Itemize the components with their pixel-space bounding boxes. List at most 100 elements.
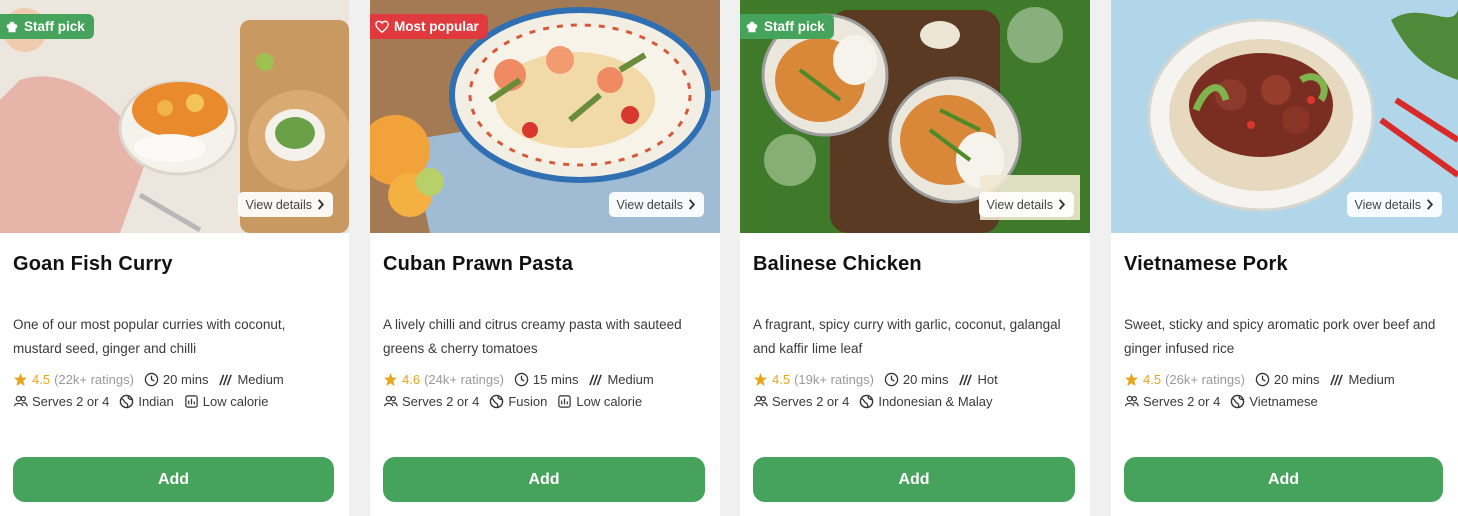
spice-level-value: Medium (1348, 372, 1395, 387)
servings-value: Serves 2 or 4 (772, 394, 850, 409)
rating-value: 4.5 (32, 372, 51, 387)
recipe-meta-row-2: Serves 2 or 4 Indian Low calorie (13, 394, 345, 409)
star-icon (1124, 372, 1139, 387)
nutrition-icon (558, 395, 572, 408)
servings: Serves 2 or 4 (13, 394, 109, 409)
most-popular-badge: Most popular (370, 14, 488, 39)
recipe-meta-row-1: 4.5 (22k+ ratings) 20 mins Medium (13, 372, 345, 387)
cook-time-value: 20 mins (902, 372, 949, 387)
servings: Serves 2 or 4 (1124, 394, 1220, 409)
servings: Serves 2 or 4 (383, 394, 479, 409)
people-icon (383, 395, 398, 407)
badge-label: Staff pick (24, 19, 85, 34)
cuisine-value: Indonesian & Malay (878, 394, 993, 409)
chevron-right-icon (689, 199, 696, 210)
cuisine: Indonesian & Malay (859, 394, 993, 409)
view-details-label: View details (1354, 197, 1421, 212)
clock-icon (1255, 372, 1270, 387)
badge-label: Staff pick (764, 19, 825, 34)
rating-value: 4.5 (1143, 372, 1162, 387)
people-icon (1124, 395, 1139, 407)
servings-value: Serves 2 or 4 (402, 394, 480, 409)
diet-tag: Low calorie (184, 394, 269, 409)
recipe-title: Goan Fish Curry (13, 253, 173, 275)
spice-level-value: Hot (977, 372, 998, 387)
servings-value: Serves 2 or 4 (32, 394, 110, 409)
chilli-icon (589, 374, 603, 386)
add-recipe-button[interactable]: Add (383, 457, 705, 502)
chilli-icon (1330, 374, 1344, 386)
heart-icon (375, 20, 389, 33)
star-icon (383, 372, 398, 387)
add-recipe-button[interactable]: Add (13, 457, 334, 502)
add-recipe-button[interactable]: Add (1124, 457, 1443, 502)
cook-time-value: 15 mins (532, 372, 579, 387)
globe-icon (490, 394, 504, 409)
chilli-icon (959, 374, 973, 386)
add-recipe-button[interactable]: Add (753, 457, 1075, 502)
rating-count: (22k+ ratings) (54, 372, 134, 387)
recipe-card: View details Vietnamese Pork Sweet, stic… (1111, 0, 1458, 516)
cuisine: Indian (119, 394, 174, 409)
recipe-meta-row-1: 4.6 (24k+ ratings) 15 mins Medium (383, 372, 716, 387)
rating: 4.5 (19k+ ratings) (753, 372, 874, 387)
rating-count: (19k+ ratings) (794, 372, 874, 387)
chef-hat-icon (6, 21, 18, 32)
spice-level: Medium (588, 372, 654, 387)
recipe-meta-row-2: Serves 2 or 4 Fusion Low calorie (383, 394, 716, 409)
recipe-title: Cuban Prawn Pasta (383, 253, 574, 275)
recipe-meta-row-1: 4.5 (26k+ ratings) 20 mins Medium (1124, 372, 1454, 387)
globe-icon (1231, 394, 1245, 409)
rating: 4.5 (26k+ ratings) (1124, 372, 1245, 387)
star-icon (13, 372, 28, 387)
rating-value: 4.5 (772, 372, 791, 387)
nutrition-icon (185, 395, 198, 408)
cuisine-value: Vietnamese (1249, 394, 1318, 409)
recipe-description: A lively chilli and citrus creamy pasta … (383, 317, 682, 356)
cook-time: 20 mins (884, 372, 949, 387)
spice-level: Medium (1329, 372, 1395, 387)
chevron-right-icon (318, 199, 325, 210)
recipe-meta-row-1: 4.5 (19k+ ratings) 20 mins Hot (753, 372, 1086, 387)
globe-icon (860, 394, 874, 409)
spice-level-value: Medium (607, 372, 654, 387)
recipe-description: One of our most popular curries with coc… (13, 317, 286, 356)
recipe-meta-row-2: Serves 2 or 4 Vietnamese (1124, 394, 1454, 409)
rating: 4.6 (24k+ ratings) (383, 372, 504, 387)
diet-tag-value: Low calorie (576, 394, 643, 409)
cuisine-value: Fusion (508, 394, 548, 409)
diet-tag: Low calorie (557, 394, 642, 409)
spice-level-value: Medium (237, 372, 284, 387)
recipe-card: Staff pick View details Balinese Chicken… (740, 0, 1090, 516)
view-details-label: View details (986, 197, 1053, 212)
staff-pick-badge: Staff pick (0, 14, 94, 39)
rating: 4.5 (22k+ ratings) (13, 372, 134, 387)
view-details-button[interactable]: View details (978, 192, 1074, 217)
cuisine-value: Indian (138, 394, 174, 409)
recipe-card: Most popular View details Cuban Prawn Pa… (370, 0, 720, 516)
spice-level: Medium (218, 372, 284, 387)
spice-level: Hot (958, 372, 998, 387)
view-details-button[interactable]: View details (1346, 192, 1442, 217)
view-details-button[interactable]: View details (237, 192, 333, 217)
cook-time-value: 20 mins (1273, 372, 1320, 387)
rating-value: 4.6 (402, 372, 421, 387)
chilli-icon (219, 374, 233, 386)
chevron-right-icon (1427, 199, 1434, 210)
cook-time-value: 20 mins (162, 372, 209, 387)
staff-pick-badge: Staff pick (740, 14, 834, 39)
view-details-label: View details (245, 197, 312, 212)
cuisine: Fusion (489, 394, 547, 409)
cook-time: 20 mins (144, 372, 209, 387)
chef-hat-icon (746, 21, 758, 32)
rating-count: (24k+ ratings) (424, 372, 504, 387)
diet-tag-value: Low calorie (202, 394, 269, 409)
clock-icon (884, 372, 899, 387)
chevron-right-icon (1059, 199, 1066, 210)
cook-time: 20 mins (1255, 372, 1320, 387)
recipe-description: Sweet, sticky and spicy aromatic pork ov… (1124, 317, 1436, 356)
recipe-description: A fragrant, spicy curry with garlic, coc… (753, 317, 1061, 356)
view-details-button[interactable]: View details (608, 192, 704, 217)
clock-icon (514, 372, 529, 387)
cook-time: 15 mins (514, 372, 579, 387)
